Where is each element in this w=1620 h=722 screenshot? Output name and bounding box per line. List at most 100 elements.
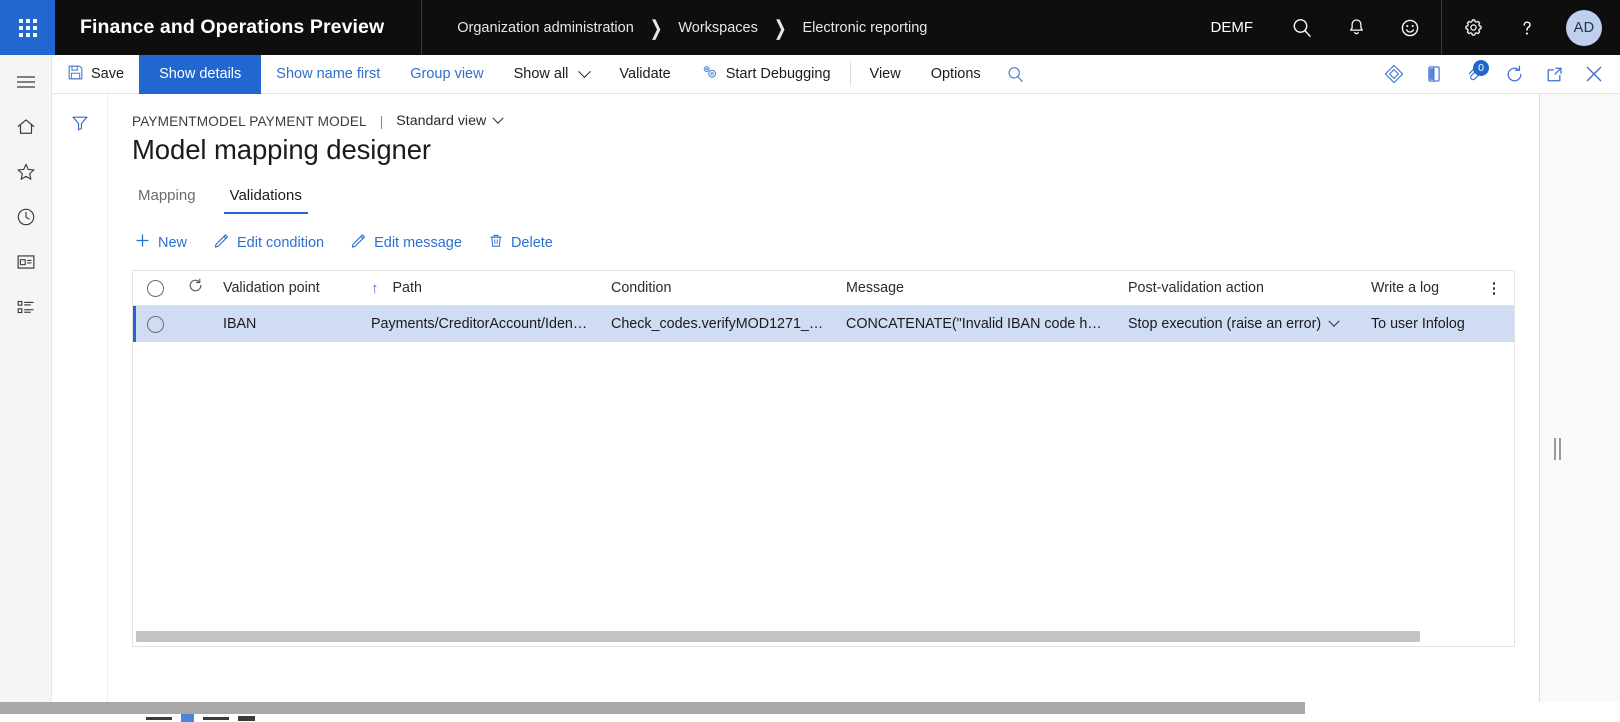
- view-selector[interactable]: Standard view: [396, 112, 504, 129]
- view-menu-button[interactable]: View: [855, 55, 916, 94]
- notifications-bell-icon[interactable]: [1329, 0, 1383, 55]
- cell-message[interactable]: CONCATENATE("Invalid IBAN code ha…: [836, 316, 1118, 332]
- chevron-down-icon: [492, 112, 504, 124]
- column-header-message[interactable]: Message: [836, 280, 1118, 296]
- group-view-button[interactable]: Group view: [395, 55, 498, 94]
- breadcrumb-item-electronic-reporting[interactable]: Electronic reporting: [802, 20, 927, 36]
- new-button[interactable]: New: [134, 228, 201, 257]
- page-tabs: Mapping Validations: [109, 166, 1539, 214]
- refresh-icon[interactable]: [1494, 55, 1534, 94]
- cell-post-validation-action-label: Stop execution (raise an error): [1128, 316, 1322, 332]
- feedback-smiley-icon[interactable]: [1383, 0, 1437, 55]
- delete-button[interactable]: Delete: [488, 228, 567, 257]
- workspaces-icon[interactable]: [0, 239, 52, 284]
- left-navigation-rail: [0, 55, 52, 722]
- options-menu-button[interactable]: Options: [916, 55, 996, 94]
- avatar[interactable]: AD: [1566, 9, 1602, 46]
- edit-condition-button[interactable]: Edit condition: [213, 228, 338, 257]
- search-icon[interactable]: [1275, 0, 1329, 55]
- main-content-area: PAYMENTMODEL PAYMENT MODEL | Standard vi…: [109, 94, 1539, 722]
- settings-gear-icon[interactable]: [1446, 0, 1500, 55]
- save-button-label: Save: [91, 66, 125, 82]
- debug-gears-icon: [701, 64, 719, 85]
- chevron-down-icon[interactable]: [1328, 315, 1340, 327]
- page-caption-line: PAYMENTMODEL PAYMENT MODEL | Standard vi…: [109, 94, 1539, 129]
- help-question-icon[interactable]: [1500, 0, 1554, 55]
- app-root: Finance and Operations Preview Organizat…: [0, 0, 1620, 722]
- tab-mapping[interactable]: Mapping: [132, 187, 202, 214]
- grid-header-row: Validation point ↑ Path Condition Messag…: [133, 271, 1514, 306]
- validations-grid: Validation point ↑ Path Condition Messag…: [132, 270, 1515, 647]
- show-all-dropdown[interactable]: Show all: [499, 55, 605, 94]
- cell-validation-point[interactable]: IBAN: [213, 316, 361, 332]
- plus-icon: [134, 232, 151, 253]
- save-button[interactable]: Save: [52, 55, 139, 94]
- product-brand-title: Finance and Operations Preview: [80, 16, 385, 38]
- column-header-post-validation-action[interactable]: Post-validation action: [1118, 280, 1361, 296]
- tab-validations[interactable]: Validations: [223, 187, 308, 214]
- app-launcher-icon[interactable]: [0, 0, 55, 55]
- row-select-circle-icon[interactable]: [146, 315, 164, 333]
- more-options-kebab-icon[interactable]: [1483, 271, 1505, 306]
- page-horizontal-scrollbar[interactable]: [0, 702, 1620, 714]
- home-icon[interactable]: [0, 104, 52, 149]
- page-caption: PAYMENTMODEL PAYMENT MODEL: [132, 113, 367, 129]
- column-header-validation-point[interactable]: Validation point: [213, 280, 361, 296]
- edit-message-button[interactable]: Edit message: [350, 228, 476, 257]
- clock-recent-icon[interactable]: [0, 194, 52, 239]
- bottom-sliver-glyph: [146, 717, 172, 720]
- action-pane-right-icons: 0: [1374, 55, 1620, 94]
- attachments-count-badge: 0: [1473, 59, 1489, 76]
- page-title: Model mapping designer: [132, 134, 431, 165]
- top-navigation-right-group: DEMF AD: [1189, 0, 1620, 55]
- select-all-cell[interactable]: [133, 279, 177, 297]
- delete-button-label: Delete: [510, 234, 553, 251]
- toolbar-divider: [849, 62, 851, 86]
- cell-post-validation-action[interactable]: Stop execution (raise an error): [1118, 315, 1361, 332]
- office-app-icon[interactable]: [1414, 55, 1454, 94]
- legal-entity-selector[interactable]: DEMF: [1189, 19, 1276, 36]
- cell-condition[interactable]: Check_codes.verifyMOD1271_3…: [601, 316, 836, 332]
- cell-path[interactable]: Payments/CreditorAccount/Iden…: [361, 316, 601, 332]
- filter-funnel-icon[interactable]: [65, 109, 95, 137]
- table-row[interactable]: IBAN Payments/CreditorAccount/Iden… Chec…: [133, 306, 1514, 342]
- personalize-diamond-icon[interactable]: [1374, 55, 1414, 94]
- bottom-sliver-glyph: [238, 716, 255, 721]
- bottom-sliver-glyph: [203, 717, 229, 720]
- toolbar-search-icon[interactable]: [996, 55, 1036, 94]
- action-pane-toolbar: Save Show details Show name first Group …: [52, 54, 1620, 94]
- new-button-label: New: [158, 234, 188, 251]
- start-debugging-button[interactable]: Start Debugging: [686, 55, 846, 94]
- hamburger-menu-icon[interactable]: [0, 59, 52, 104]
- bottom-cut-off-content: [0, 714, 1620, 722]
- modules-list-icon[interactable]: [0, 284, 52, 329]
- breadcrumb-item-organization-administration[interactable]: Organization administration: [457, 20, 634, 36]
- filter-strip: [52, 94, 108, 722]
- start-debugging-label: Start Debugging: [725, 66, 831, 82]
- show-all-label: Show all: [513, 66, 569, 82]
- validate-button[interactable]: Validate: [604, 55, 685, 94]
- column-header-condition[interactable]: Condition: [601, 280, 836, 296]
- close-x-icon[interactable]: [1574, 55, 1614, 94]
- attachments-icon[interactable]: 0: [1454, 55, 1494, 94]
- show-details-button[interactable]: Show details: [139, 54, 262, 94]
- vertical-splitter-handle[interactable]: [1554, 438, 1564, 460]
- nav-divider: [1441, 0, 1442, 55]
- edit-condition-label: Edit condition: [237, 234, 325, 251]
- cell-write-a-log[interactable]: To user Infolog: [1361, 316, 1514, 332]
- grid-horizontal-scrollbar[interactable]: [136, 631, 1511, 642]
- refresh-column-cell[interactable]: [177, 277, 213, 299]
- row-select-cell[interactable]: [133, 315, 177, 333]
- edit-message-label: Edit message: [374, 234, 462, 251]
- page-scrollbar-thumb[interactable]: [0, 702, 1305, 714]
- breadcrumb: Organization administration ❯ Workspaces…: [422, 17, 927, 40]
- show-name-first-button[interactable]: Show name first: [261, 55, 395, 94]
- open-in-new-window-icon[interactable]: [1534, 55, 1574, 94]
- row-select-circle-icon[interactable]: [146, 279, 164, 297]
- column-header-path-label: Path: [392, 280, 422, 296]
- column-header-path[interactable]: ↑ Path: [361, 280, 601, 297]
- vertical-splitter: [1539, 94, 1620, 722]
- grid-scrollbar-thumb[interactable]: [136, 631, 1420, 642]
- breadcrumb-item-workspaces[interactable]: Workspaces: [678, 20, 758, 36]
- star-favorites-icon[interactable]: [0, 149, 52, 194]
